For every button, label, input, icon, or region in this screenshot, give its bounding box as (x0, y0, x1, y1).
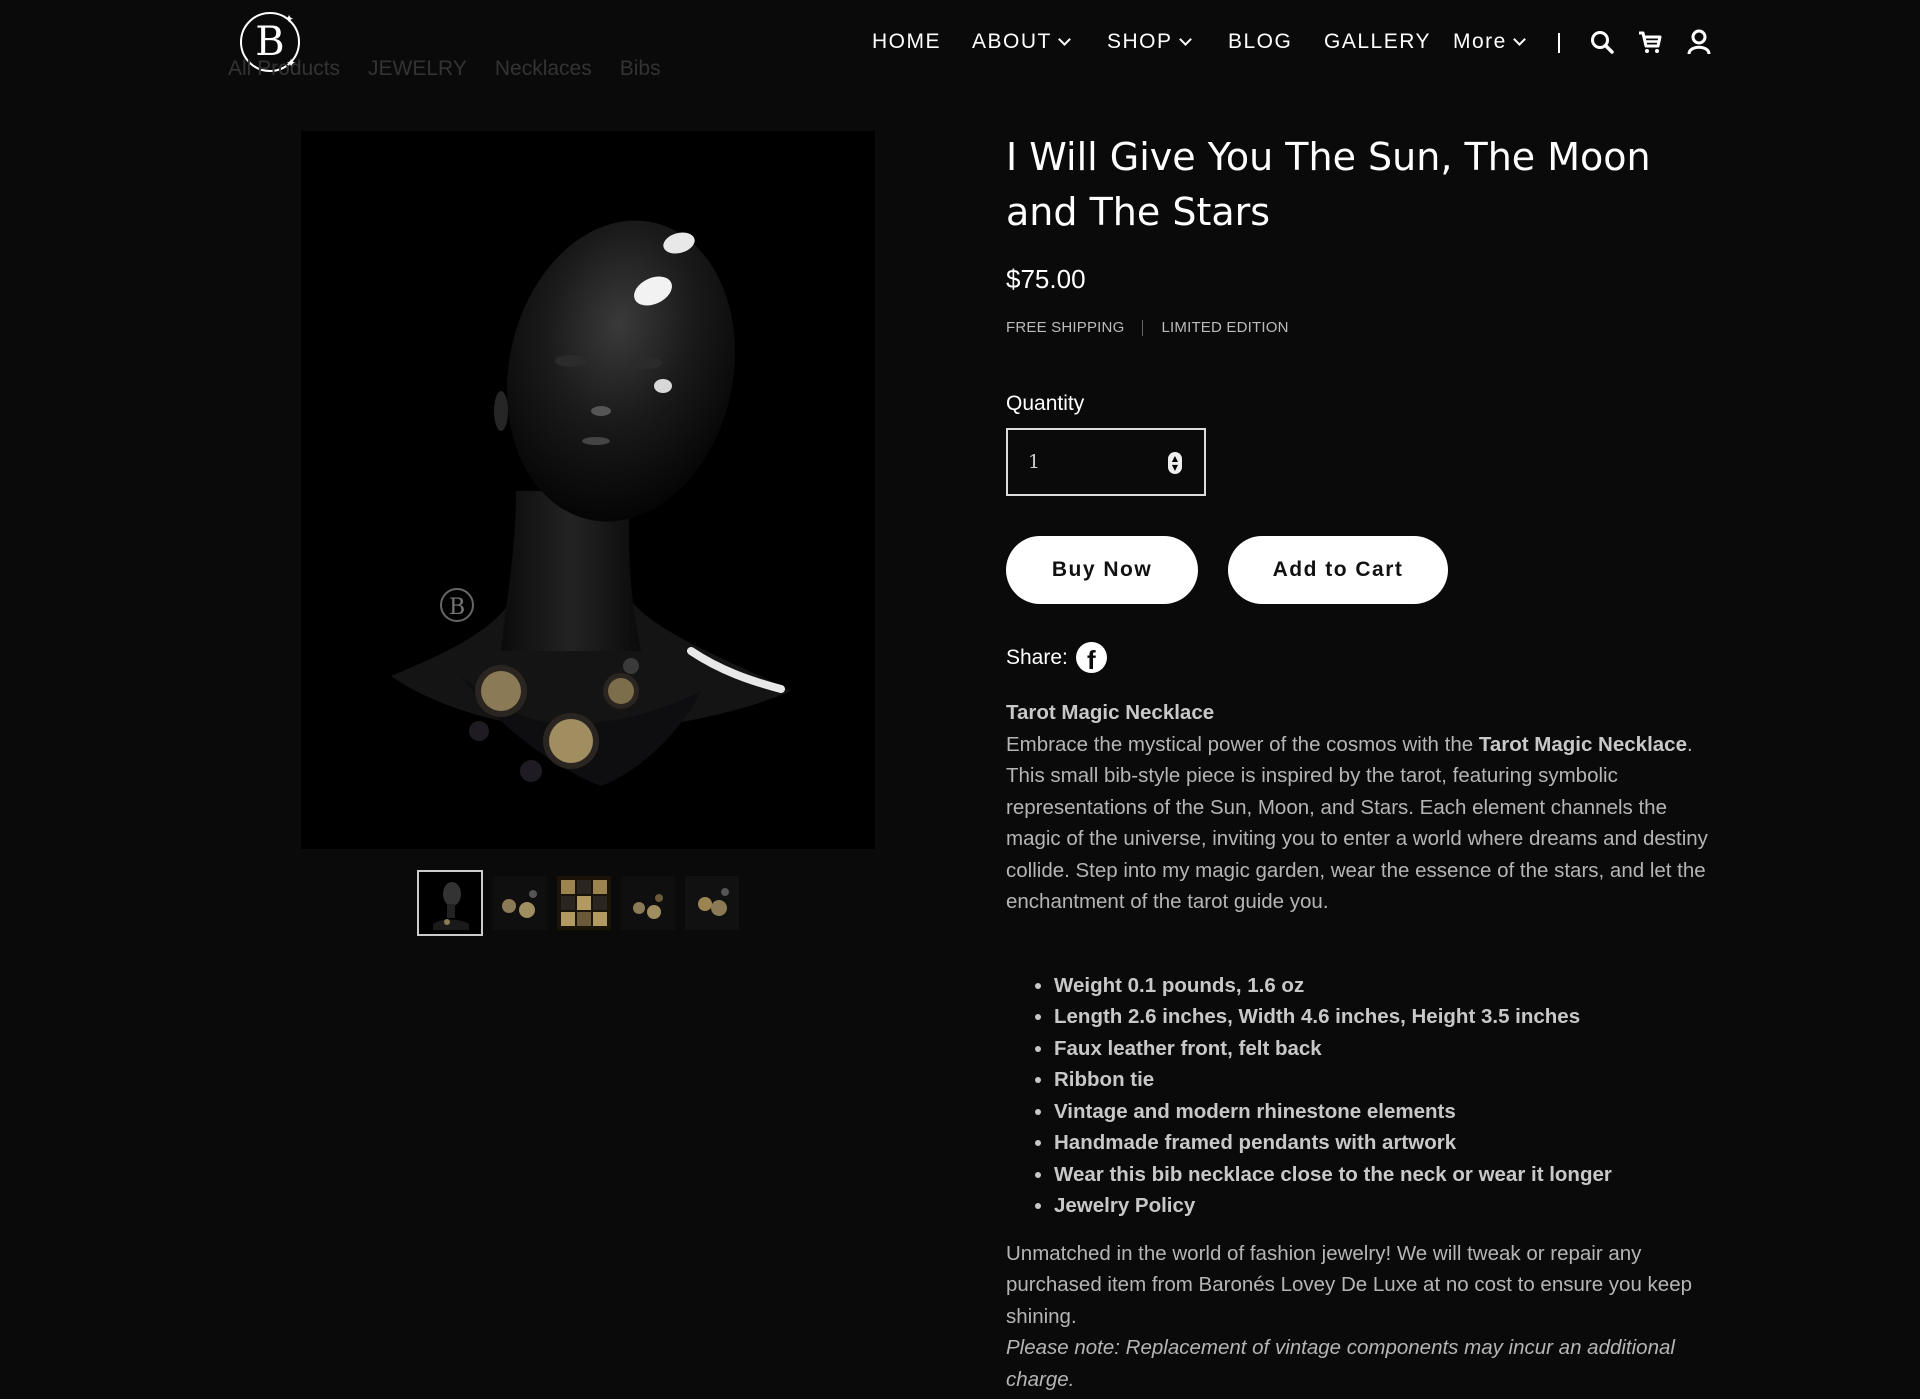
quantity-value: 1 (1028, 451, 1041, 473)
description-body: . This small bib-style piece is inspired… (1006, 732, 1708, 914)
nav-divider (1558, 33, 1560, 53)
chevron-down-icon (1178, 32, 1192, 46)
chevron-down-icon (1057, 32, 1071, 46)
tag-limited-edition: LIMITED EDITION (1161, 319, 1289, 336)
thumbnail-strip (417, 870, 739, 936)
thumbnail-2[interactable] (493, 876, 547, 930)
nav-home[interactable]: HOME (872, 30, 941, 54)
thumbnail-5[interactable] (685, 876, 739, 930)
policy-statement: Unmatched in the world of fashion jewelr… (1006, 1241, 1692, 1328)
search-icon[interactable] (1588, 28, 1616, 56)
description-heading: Tarot Magic Necklace (1006, 701, 1215, 724)
product-tags: FREE SHIPPING LIMITED EDITION (1006, 319, 1726, 336)
product-price: $75.00 (1006, 264, 1086, 294)
product-details: I Will Give You The Sun, The Moon and Th… (1006, 130, 1726, 1395)
breadcrumb-item-all-products[interactable]: All Products (228, 57, 340, 81)
breadcrumb-item-necklaces[interactable]: Necklaces (495, 57, 592, 81)
description-product-name: Tarot Magic Necklace (1478, 732, 1687, 756)
add-to-cart-button[interactable]: Add to Cart (1228, 536, 1448, 604)
spec-item-weight: Weight 0.1 pounds, 1.6 oz (1054, 970, 1726, 1002)
nav-gallery-label: GALLERY (1324, 30, 1431, 53)
spec-item-closure: Ribbon tie (1054, 1064, 1726, 1096)
cart-icon[interactable] (1636, 28, 1664, 56)
nav-about[interactable]: ABOUT (972, 30, 1071, 54)
product-title: I Will Give You The Sun, The Moon and Th… (1006, 135, 1651, 234)
policy-note: Please note: Replacement of vintage comp… (1006, 1336, 1675, 1391)
spec-item-dimensions: Length 2.6 inches, Width 4.6 inches, Hei… (1054, 1001, 1726, 1033)
thumbnail-4[interactable] (621, 876, 675, 930)
stepper-arrows-icon[interactable]: ▲ ▼ (1168, 452, 1182, 474)
facebook-icon[interactable]: f (1075, 642, 1107, 673)
breadcrumb: All Products JEWELRY Necklaces Bibs (228, 57, 661, 81)
thumbnail-1[interactable] (417, 870, 483, 936)
quantity-label: Quantity (1006, 392, 1085, 415)
nav-shop-label: SHOP (1107, 30, 1173, 53)
main-nav: HOME ABOUT SHOP BLOG GALLERY More (0, 30, 1920, 60)
tag-divider (1142, 319, 1144, 336)
nav-about-label: ABOUT (972, 30, 1052, 53)
spec-item-jewelry-policy[interactable]: Jewelry Policy (1054, 1190, 1726, 1222)
nav-shop[interactable]: SHOP (1107, 30, 1192, 54)
spec-list: Weight 0.1 pounds, 1.6 oz Length 2.6 inc… (1006, 970, 1726, 1222)
purchase-actions: Buy Now Add to Cart (1006, 536, 1726, 604)
breadcrumb-item-bibs[interactable]: Bibs (620, 57, 661, 81)
watermark-letter: B (449, 595, 465, 620)
policy-text: Unmatched in the world of fashion jewelr… (1006, 1238, 1726, 1396)
chevron-down-icon (1512, 32, 1526, 46)
nav-home-label: HOME (872, 30, 941, 53)
sparkle-icon: ✦ (283, 12, 294, 26)
product-main-image[interactable]: B (301, 131, 875, 849)
description-intro: Embrace the mystical power of the cosmos… (1006, 732, 1479, 756)
quantity-stepper[interactable]: 1 ▲ ▼ (1006, 428, 1206, 496)
mannequin-bust-image: B (391, 220, 791, 786)
nav-more-label: More (1453, 30, 1507, 53)
spec-item-wear: Wear this bib necklace close to the neck… (1054, 1159, 1726, 1191)
account-icon[interactable] (1685, 28, 1713, 56)
share-label: Share: (1006, 645, 1068, 669)
nav-more[interactable]: More (1453, 30, 1526, 54)
breadcrumb-item-jewelry[interactable]: JEWELRY (368, 57, 467, 81)
spec-item-elements: Vintage and modern rhinestone elements (1054, 1096, 1726, 1128)
nav-gallery[interactable]: GALLERY (1324, 30, 1431, 54)
thumbnail-3[interactable] (557, 876, 611, 930)
product-description: Tarot Magic Necklace Embrace the mystica… (1006, 697, 1726, 918)
spec-item-material: Faux leather front, felt back (1054, 1033, 1726, 1065)
nav-blog-label: BLOG (1228, 30, 1293, 53)
share-row: Share: f (1006, 642, 1726, 673)
nav-blog[interactable]: BLOG (1228, 30, 1292, 54)
tag-free-shipping: FREE SHIPPING (1006, 319, 1125, 336)
spec-item-pendants: Handmade framed pendants with artwork (1054, 1127, 1726, 1159)
buy-now-button[interactable]: Buy Now (1006, 536, 1198, 604)
